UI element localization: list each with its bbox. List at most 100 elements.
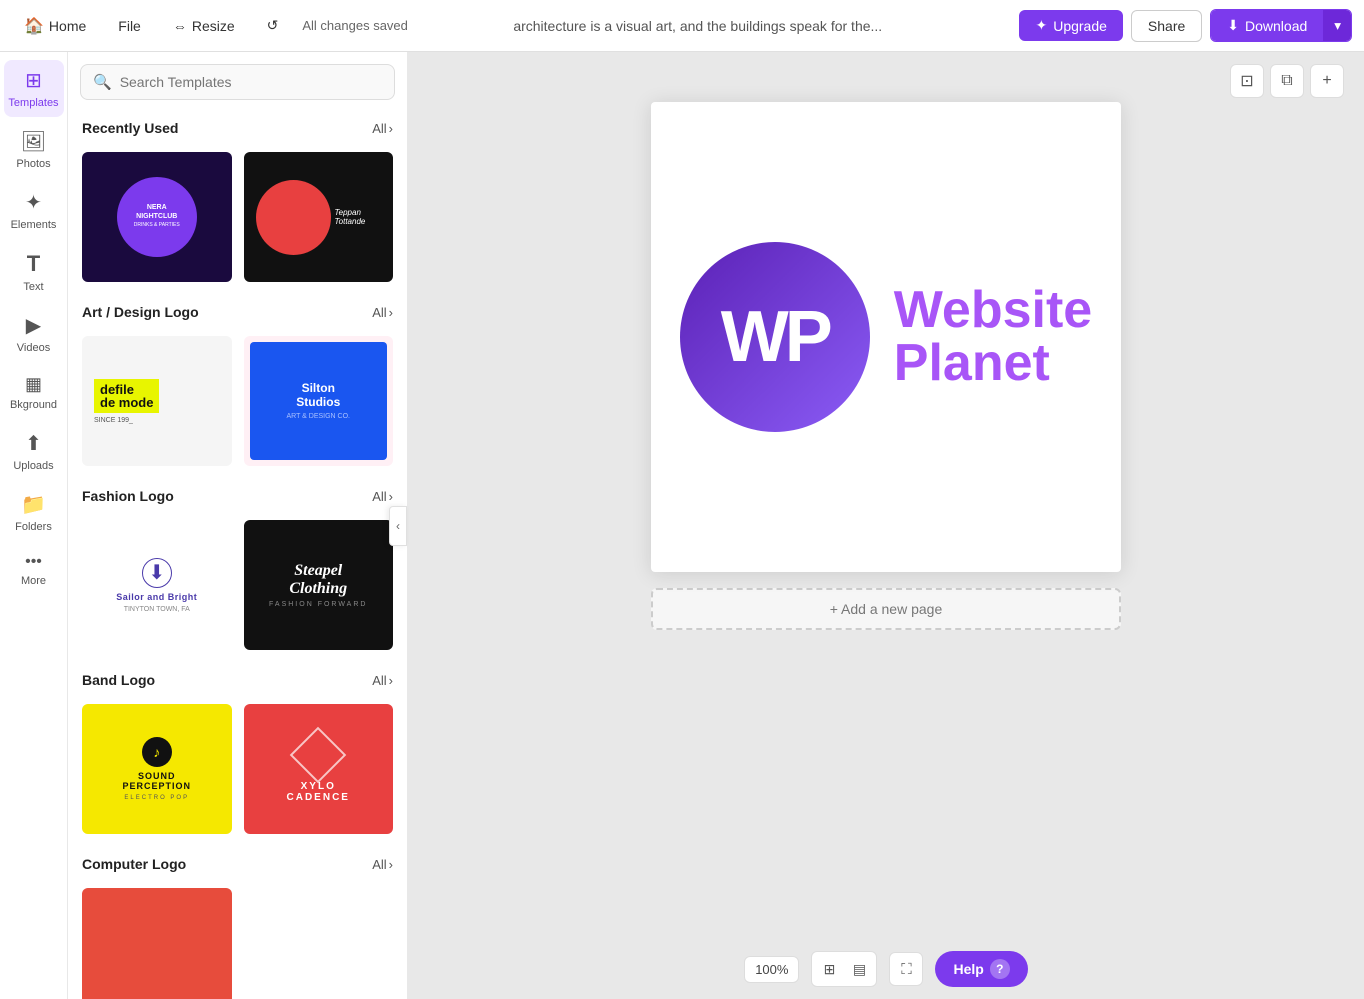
logo-design: WP Website Planet: [640, 202, 1132, 472]
resize-button[interactable]: ⇔ Resize: [161, 12, 247, 40]
view-toggle: ⊞ ▤: [811, 951, 877, 987]
steapel-sub: FASHION FORWARD: [269, 601, 367, 608]
logo-planet-text: Planet: [894, 336, 1092, 391]
sailor-loc: TINYTON TOWN, FA: [124, 606, 190, 613]
template-card-nera[interactable]: NERANIGHTCLUBDRINKS & PARTIES: [80, 150, 234, 284]
download-dropdown-button[interactable]: ▾: [1323, 10, 1351, 41]
download-group: ⬇ Download ▾: [1210, 9, 1352, 42]
star-icon: ✦: [1035, 17, 1047, 34]
add-page-button-toolbar[interactable]: +: [1310, 64, 1344, 98]
template-card-steapel[interactable]: SteapelClothing FASHION FORWARD: [242, 518, 396, 652]
band-logo-header: Band Logo All ›: [68, 664, 407, 696]
chevron-right-icon: ›: [389, 489, 393, 504]
crop-icon: ⊡: [1240, 71, 1253, 91]
zoom-level[interactable]: 100%: [744, 956, 799, 983]
crop-button[interactable]: ⊡: [1230, 64, 1264, 98]
help-button[interactable]: Help ?: [935, 951, 1027, 987]
templates-panel: 🔍 Recently Used All › NERANIGHTCLUBDRINK…: [68, 52, 408, 999]
sidebar-item-photos[interactable]: 🖼 Photos: [4, 121, 64, 178]
sidebar-item-label: Templates: [8, 97, 58, 109]
template-card-sailor[interactable]: ⬇ Sailor and Bright TINYTON TOWN, FA: [80, 518, 234, 652]
duplicate-button[interactable]: ⧉: [1270, 64, 1304, 98]
presentation-view-button[interactable]: ▤: [846, 956, 872, 982]
undo-button[interactable]: ↺: [255, 11, 291, 40]
section-title-computer: Computer Logo: [82, 856, 186, 872]
sidebar-item-folders[interactable]: 📁 Folders: [4, 484, 64, 541]
section-title-recently-used: Recently Used: [82, 120, 178, 136]
template-card-teppan[interactable]: TeppanTottande: [242, 150, 396, 284]
search-area: 🔍: [68, 64, 407, 112]
sidebar-item-videos[interactable]: ▶ Videos: [4, 305, 64, 362]
doc-title: architecture is a visual art, and the bu…: [448, 18, 948, 34]
logo-circle: WP: [680, 242, 870, 432]
help-icon: ?: [990, 959, 1010, 979]
folders-icon: 📁: [21, 492, 46, 517]
main-layout: ⊞ Templates 🖼 Photos ✦ Elements T Text ▶…: [0, 52, 1364, 999]
xylo-diamond: [290, 727, 347, 784]
download-button[interactable]: ⬇ Download: [1211, 10, 1323, 41]
sidebar-item-uploads[interactable]: ⬆ Uploads: [4, 423, 64, 480]
chevron-right-icon: ›: [389, 673, 393, 688]
nera-circle: NERANIGHTCLUBDRINKS & PARTIES: [117, 177, 197, 257]
left-navigation: ⊞ Templates 🖼 Photos ✦ Elements T Text ▶…: [0, 52, 68, 999]
template-card-sound[interactable]: ♪ SOUNDPERCEPTION ELECTRO POP: [80, 702, 234, 836]
sidebar-item-elements[interactable]: ✦ Elements: [4, 182, 64, 239]
topbar: 🏠 Home File ⇔ Resize ↺ All changes saved…: [0, 0, 1364, 52]
sidebar-item-templates[interactable]: ⊞ Templates: [4, 60, 64, 117]
file-button[interactable]: File: [106, 12, 153, 40]
search-box: 🔍: [80, 64, 395, 100]
sidebar-item-label: More: [21, 575, 46, 587]
topbar-right-actions: ✦ Upgrade Share ⬇ Download ▾: [1019, 9, 1352, 42]
sidebar-item-label: Uploads: [13, 460, 53, 472]
template-card-defile[interactable]: defile de mode SINCE 199_: [80, 334, 234, 468]
art-design-all-button[interactable]: All ›: [372, 305, 393, 320]
logo-initials: WP: [721, 301, 829, 373]
share-button[interactable]: Share: [1131, 10, 1202, 42]
recently-used-grid: NERANIGHTCLUBDRINKS & PARTIES TeppanTott…: [68, 150, 407, 296]
fashion-all-button[interactable]: All ›: [372, 489, 393, 504]
logo-website-text: Website: [894, 284, 1092, 336]
photos-icon: 🖼: [21, 129, 46, 154]
section-title-art-design: Art / Design Logo: [82, 304, 199, 320]
canvas-toolbar: ⊡ ⧉ +: [1230, 64, 1344, 98]
sound-sub: ELECTRO POP: [124, 795, 189, 801]
sidebar-item-text[interactable]: T Text: [4, 243, 64, 301]
band-all-button[interactable]: All ›: [372, 673, 393, 688]
home-button[interactable]: 🏠 Home: [12, 10, 98, 42]
canvas-area: ⊡ ⧉ + WP Website Planet + Add a new page: [408, 52, 1364, 999]
computer-grid: [68, 886, 407, 999]
band-grid: ♪ SOUNDPERCEPTION ELECTRO POP XYLOCADENC…: [68, 702, 407, 848]
add-new-page-bar[interactable]: + Add a new page: [651, 588, 1121, 630]
text-icon: T: [27, 251, 40, 277]
sidebar-item-more[interactable]: ••• More: [4, 545, 64, 595]
canvas-page: WP Website Planet: [651, 102, 1121, 572]
section-title-band: Band Logo: [82, 672, 155, 688]
chevron-down-icon: ▾: [1334, 18, 1341, 33]
hide-panel-button[interactable]: ‹: [389, 506, 407, 546]
template-card-silton[interactable]: SiltonStudios ART & DESIGN CO.: [242, 334, 396, 468]
hide-icon: ‹: [396, 519, 400, 533]
recently-used-all-button[interactable]: All ›: [372, 121, 393, 136]
section-title-fashion: Fashion Logo: [82, 488, 174, 504]
grid-view-button[interactable]: ⊞: [816, 956, 842, 982]
template-card-computer-1[interactable]: [80, 886, 234, 999]
sidebar-item-label: Bkground: [10, 399, 57, 411]
xylo-title: XYLOCADENCE: [287, 781, 350, 803]
sidebar-item-label: Folders: [15, 521, 52, 533]
steapel-text: SteapelClothing: [289, 562, 347, 597]
templates-icon: ⊞: [25, 68, 42, 93]
upgrade-button[interactable]: ✦ Upgrade: [1019, 10, 1122, 41]
plus-icon: +: [1322, 72, 1331, 90]
search-input[interactable]: [120, 74, 382, 90]
sidebar-item-background[interactable]: ▦ Bkground: [4, 366, 64, 419]
computer-all-button[interactable]: All ›: [372, 857, 393, 872]
fashion-logo-header: Fashion Logo All ›: [68, 480, 407, 512]
sound-title: SOUNDPERCEPTION: [122, 771, 191, 791]
chevron-right-icon: ›: [389, 305, 393, 320]
sidebar-item-label: Text: [23, 281, 43, 293]
art-design-grid: defile de mode SINCE 199_ SiltonStudios …: [68, 334, 407, 480]
logo-wordmark: Website Planet: [894, 284, 1092, 391]
template-card-xylo[interactable]: XYLOCADENCE: [242, 702, 396, 836]
fullscreen-button[interactable]: ⛶: [889, 952, 923, 986]
download-icon: ⬇: [1227, 17, 1239, 34]
